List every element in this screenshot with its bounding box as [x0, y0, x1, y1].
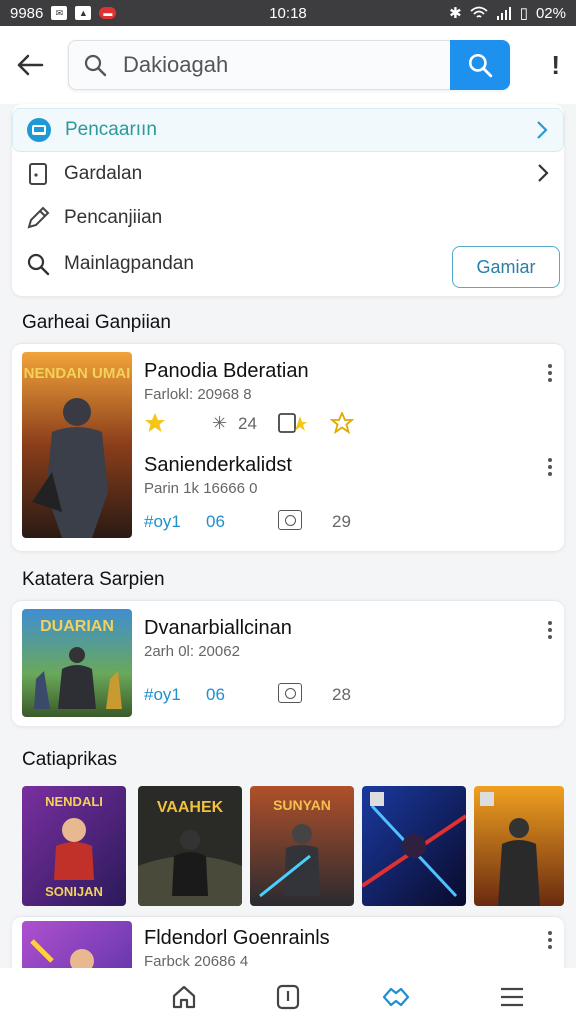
entry-subtitle: 2arh 0l: 20062 [144, 643, 240, 660]
tag-number: 06 [206, 512, 225, 531]
camera-icon[interactable] [278, 510, 302, 530]
nav-games-button[interactable] [376, 980, 416, 1014]
signal-icon [496, 7, 511, 20]
section-title: Catiaprikas [22, 749, 118, 770]
gamiar-button[interactable]: Gamiar [452, 246, 560, 288]
menu-item-label: Gardalan [64, 163, 143, 184]
game-thumbnail[interactable]: NENDAN UMAI [22, 352, 132, 538]
game-thumbnail[interactable]: DUARIAN [22, 609, 132, 717]
pencil-icon [12, 205, 64, 231]
bluetooth-icon: ✱ [449, 5, 462, 22]
more-vert-icon[interactable] [546, 364, 554, 382]
menu-item-label: Pencanjiian [64, 207, 163, 228]
app-notification-icon: ▲ [75, 6, 92, 20]
tag-label[interactable]: #oy1 [144, 685, 181, 705]
entry-title[interactable]: Fldendorl Goenrainls [144, 927, 330, 950]
tag-label[interactable]: #oy1 [144, 512, 181, 532]
wifi-icon [470, 6, 488, 18]
chevron-right-icon [538, 164, 549, 182]
document-icon [12, 162, 64, 186]
search-icon [12, 252, 64, 276]
menu-item-gardalan[interactable]: Gardalan [12, 152, 564, 196]
star-outline-icon [330, 412, 354, 434]
chevron-right-icon [537, 121, 548, 139]
sparkle-icon: ✳ [212, 413, 228, 433]
gamepad-icon [382, 987, 410, 1007]
hamburger-menu-icon [501, 987, 523, 1007]
nav-library-button[interactable] [268, 980, 308, 1014]
battery-icon: ▯ [519, 5, 528, 22]
menu-item-label: Pencaarıın [65, 119, 157, 140]
nav-home-button[interactable] [164, 980, 204, 1014]
entry-subtitle: Parin 1k 16666 0 [144, 480, 258, 497]
count-value: 28 [332, 685, 351, 704]
search-submit-button[interactable] [450, 40, 510, 90]
thumbnail-subtitle: SONIJAN [45, 884, 103, 899]
star-icon [145, 413, 165, 432]
arrow-left-icon [17, 54, 44, 76]
game-card: DUARIAN Dvanarbiallcinan 2arh 0l: 20062 … [12, 600, 564, 726]
grid-game-thumbnail[interactable] [474, 786, 564, 906]
camera-icon[interactable] [278, 683, 302, 703]
menu-item-mainlagpandan[interactable]: Mainlagpandan Gamiar [12, 242, 564, 288]
more-vert-icon[interactable] [546, 931, 554, 949]
thumbnail-title: NENDAN UMAI [24, 365, 131, 382]
entry-title[interactable]: Panodia Bderatian [144, 360, 309, 383]
grid-game-thumbnail[interactable]: SUNYAN [250, 786, 354, 906]
menu-card: Pencaarıın Gardalan Pencanjiian Mainlagp… [12, 104, 564, 296]
menu-item-label: Mainlagpandan [64, 253, 194, 274]
entry-subtitle: Farlokl: 20968 8 [144, 386, 252, 403]
thumbnail-title: SUNYAN [273, 797, 331, 813]
section-title: Garheai Ganpiian [22, 312, 171, 333]
entry-title[interactable]: Dvanarbiallcinan [144, 617, 292, 640]
more-options-button[interactable]: ! [551, 50, 560, 81]
entry-title[interactable]: Sanienderkalidst [144, 454, 292, 477]
menu-item-pencaarin[interactable]: Pencaarıın [12, 108, 564, 152]
section-title: Katatera Sarpien [22, 569, 165, 590]
search-icon [75, 53, 115, 77]
thumbnail-title: VAAHEK [157, 799, 224, 816]
status-left-text: 9986 [10, 4, 44, 22]
home-icon [172, 985, 196, 1009]
nav-menu-button[interactable] [492, 980, 532, 1014]
grid-game-thumbnail[interactable] [362, 786, 466, 906]
red-badge-icon: ▬ [99, 7, 117, 19]
bottom-navigation [0, 968, 576, 1024]
grid-game-thumbnail[interactable]: VAAHEK [138, 786, 242, 906]
bookmark-icon [276, 984, 300, 1010]
more-vert-icon[interactable] [546, 621, 554, 639]
back-button[interactable] [0, 35, 60, 95]
tag-number: 06 [206, 685, 225, 704]
status-bar: 9986 ✉ ▲ ▬ 10:18 ✱ ▯ 02% [0, 0, 576, 26]
thumbnail-title: NENDALI [45, 794, 103, 809]
game-console-icon [13, 117, 65, 143]
notification-icon: ✉ [51, 6, 68, 20]
thumbnail-title: DUARIAN [40, 618, 114, 635]
count-value: 29 [332, 512, 351, 531]
badge-icon [278, 413, 307, 433]
grid-game-thumbnail[interactable]: NENDALI SONIJAN [22, 786, 126, 906]
rating-value: 24 [238, 414, 257, 433]
battery-percent: 02% [535, 4, 566, 22]
menu-item-pencanjiian[interactable]: Pencanjiian [12, 196, 564, 240]
search-icon [468, 53, 493, 78]
game-card: NENDAN UMAI Panodia Bderatian Farlokl: 2… [12, 343, 564, 551]
search-bar [68, 40, 510, 90]
more-vert-icon[interactable] [546, 458, 554, 476]
top-bar: ! [0, 26, 576, 104]
